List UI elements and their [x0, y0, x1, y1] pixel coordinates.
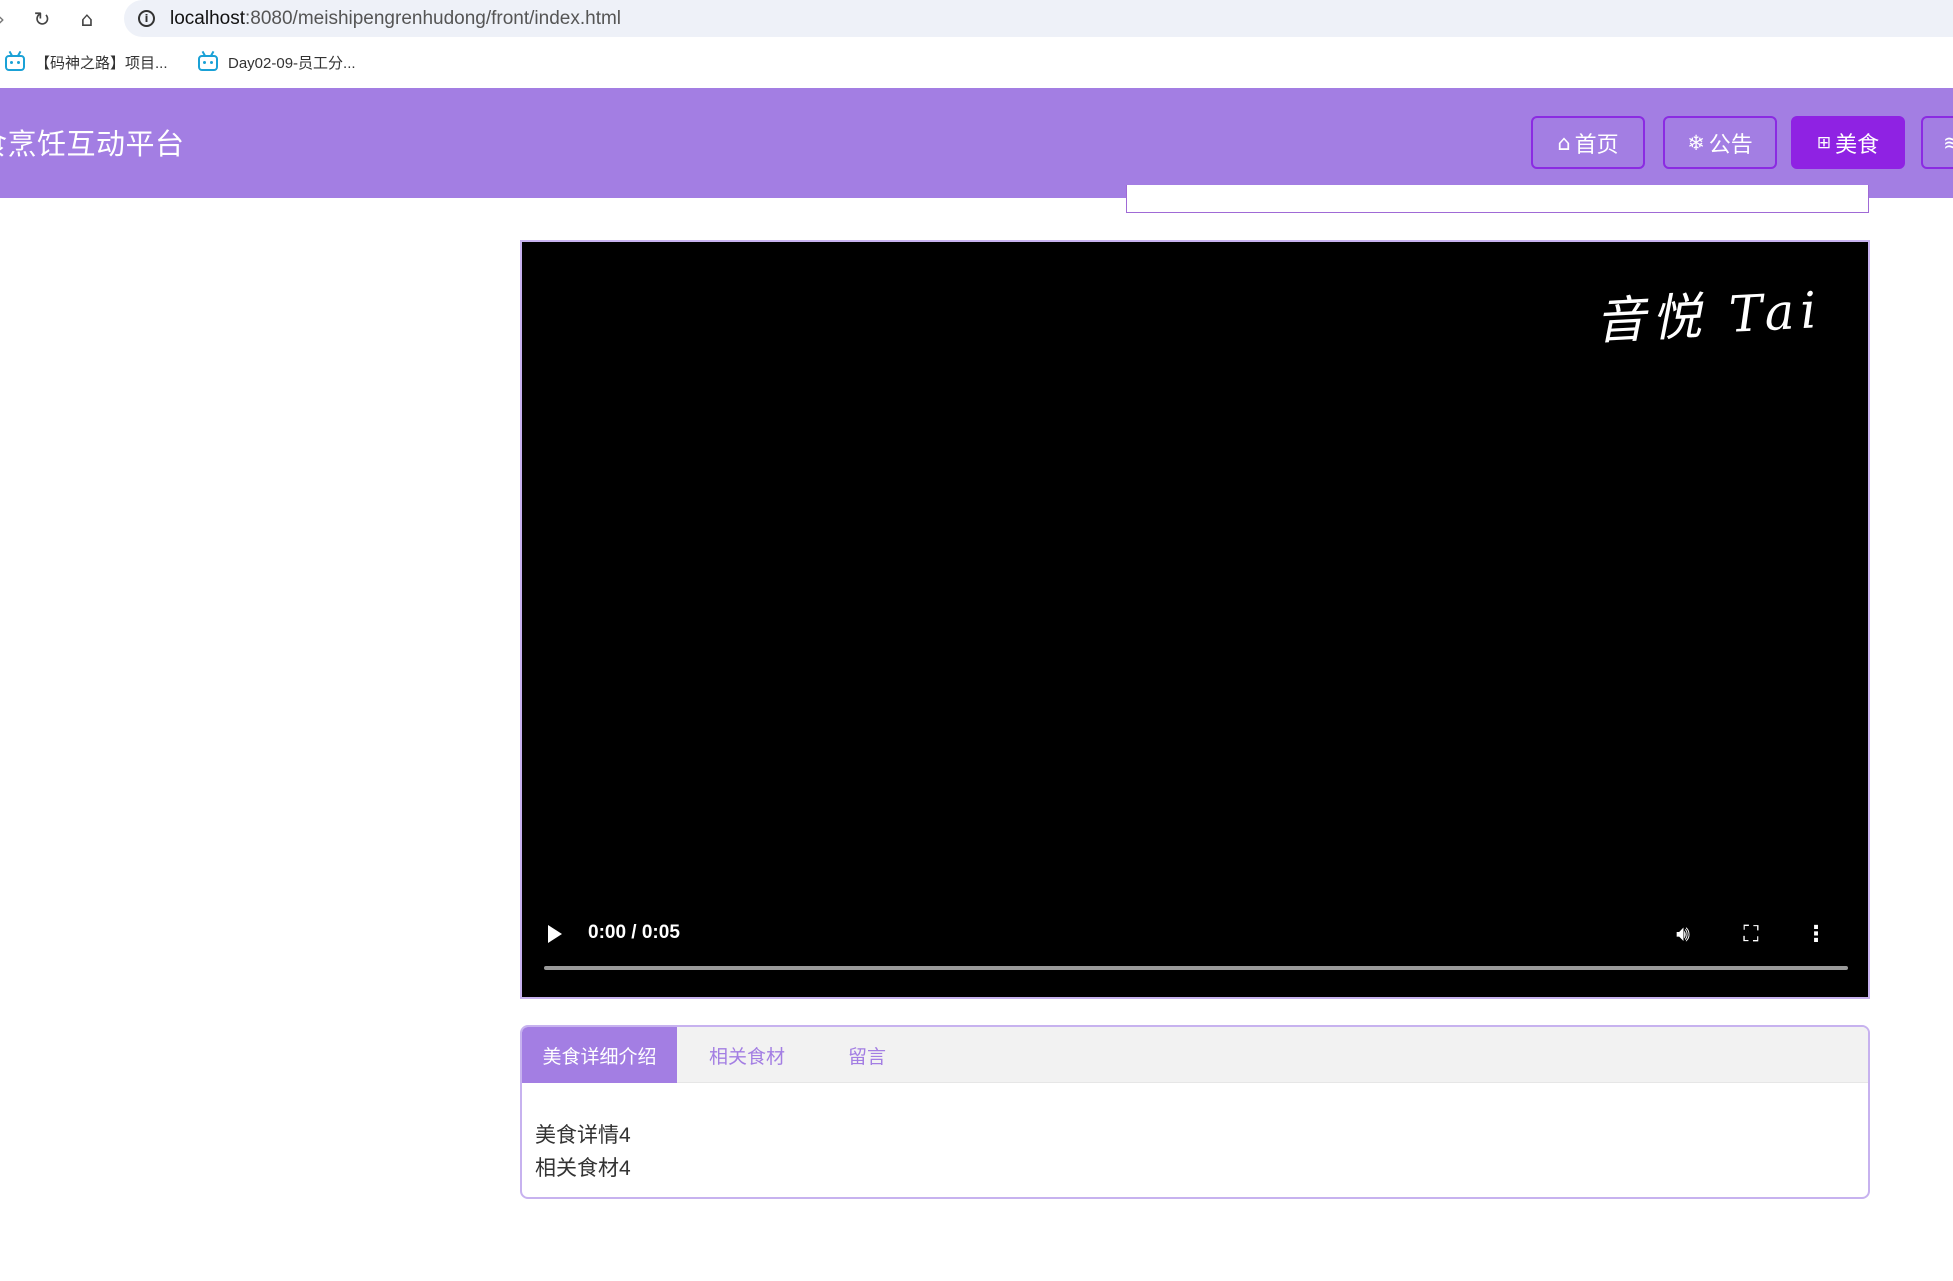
- snowflake-icon: ❄: [1687, 130, 1705, 155]
- nav-home[interactable]: ⌂ 首页: [1531, 116, 1645, 169]
- home-icon: ⌂: [1557, 130, 1571, 155]
- bilibili-icon: [5, 50, 25, 71]
- url-path: :8080/meishipengrenhudong/front/index.ht…: [245, 7, 622, 29]
- video-player[interactable]: 音悦 Tai 0:00 / 0:05 🔊︎ ⛶ ⋮: [520, 240, 1870, 999]
- play-icon[interactable]: [548, 925, 562, 943]
- bilibili-icon: [198, 50, 218, 71]
- volume-icon[interactable]: 🔊︎: [1666, 917, 1700, 951]
- gift-icon: ⊞: [1816, 132, 1832, 153]
- nav-food-label: 美食: [1835, 132, 1880, 158]
- video-progress-bar[interactable]: [544, 966, 1848, 970]
- tab-messages[interactable]: 留言: [817, 1027, 917, 1083]
- nav-food[interactable]: ⊞ 美食: [1791, 116, 1905, 169]
- nav-more[interactable]: ≋: [1921, 116, 1953, 169]
- nav-notice[interactable]: ❄ 公告: [1663, 116, 1777, 169]
- tab-content: 美食详情4 相关食材4: [535, 1119, 631, 1185]
- site-header: 食烹饪互动平台 ⌂ 首页 ❄ 公告 ⊞ 美食 ≋: [0, 88, 1953, 198]
- bookmark-item[interactable]: Day02-09-员工分...: [198, 50, 356, 73]
- nav-notice-label: 公告: [1708, 132, 1753, 158]
- bookmark-label: 【码神之路】项目...: [35, 55, 168, 72]
- back-icon[interactable]: ›: [0, 4, 16, 34]
- more-options-icon[interactable]: ⋮: [1799, 917, 1833, 951]
- browser-toolbar: › ↻ ⌂ i localhost:8080/meishipengrenhudo…: [0, 0, 1953, 38]
- bookmark-label: Day02-09-员工分...: [228, 55, 356, 72]
- layers-icon: ≋: [1943, 130, 1953, 155]
- bookmark-item[interactable]: 【码神之路】项目...: [5, 50, 168, 73]
- site-title: 食烹饪互动平台: [0, 129, 185, 161]
- detail-tabs: 美食详细介绍 相关食材 留言 美食详情4 相关食材4: [520, 1025, 1870, 1199]
- reload-icon[interactable]: ↻: [27, 4, 57, 34]
- tab-bar: 美食详细介绍 相关食材 留言: [522, 1027, 1868, 1083]
- video-time: 0:00 / 0:05: [588, 922, 680, 943]
- ingredients-text: 相关食材4: [535, 1157, 631, 1180]
- bookmarks-bar: 【码神之路】项目... Day02-09-员工分...: [0, 38, 1953, 88]
- video-watermark: 音悦 Tai: [1593, 281, 1824, 351]
- address-bar[interactable]: i localhost:8080/meishipengrenhudong/fro…: [124, 0, 1953, 37]
- url-host: localhost: [170, 7, 245, 29]
- home-icon[interactable]: ⌂: [72, 4, 102, 34]
- tab-ingredients[interactable]: 相关食材: [687, 1027, 807, 1083]
- search-box-edge: [1126, 185, 1869, 213]
- tab-food-detail[interactable]: 美食详细介绍: [522, 1027, 677, 1083]
- nav-home-label: 首页: [1574, 132, 1619, 158]
- fullscreen-icon[interactable]: ⛶: [1734, 917, 1768, 951]
- site-info-icon[interactable]: i: [138, 10, 155, 27]
- food-detail-text: 美食详情4: [535, 1124, 631, 1147]
